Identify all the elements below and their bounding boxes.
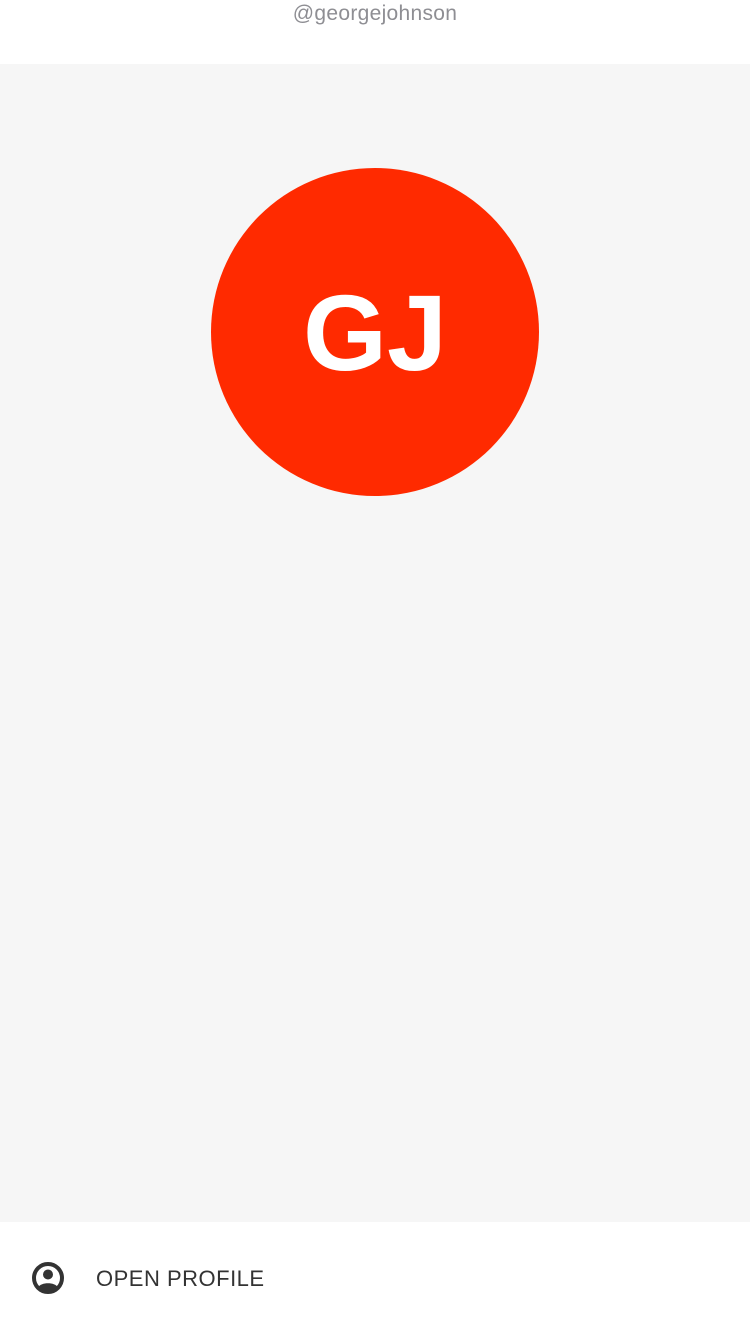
username-label: @georgejohnson bbox=[292, 2, 458, 25]
bottom-action-bar: OPEN PROFILE bbox=[0, 1222, 750, 1334]
avatar: GJ bbox=[211, 168, 539, 496]
profile-screen: @georgejohnson GJ OPEN PROFILE bbox=[0, 0, 750, 1334]
avatar-initials: GJ bbox=[302, 272, 448, 393]
header: @georgejohnson bbox=[0, 0, 750, 64]
content-area: GJ bbox=[0, 64, 750, 1222]
open-profile-button[interactable]: OPEN PROFILE bbox=[0, 1222, 750, 1334]
account-circle-icon bbox=[32, 1262, 64, 1294]
open-profile-label: OPEN PROFILE bbox=[96, 1266, 265, 1291]
